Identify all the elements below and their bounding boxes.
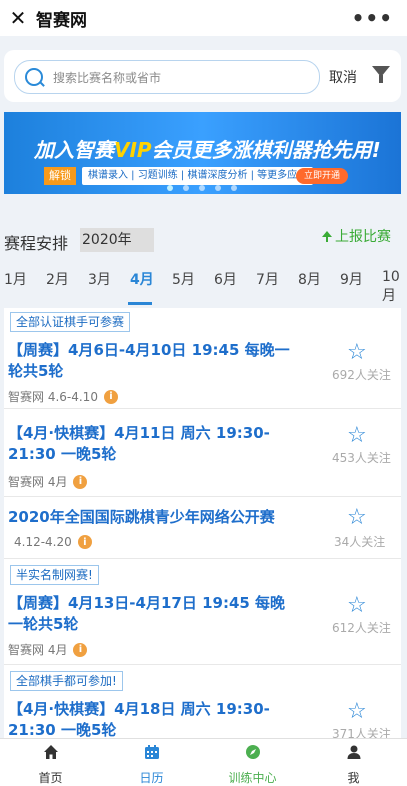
upload-icon (322, 231, 332, 242)
event-meta: 智赛网 4月 i (8, 641, 88, 658)
vip-banner[interactable]: 加入智赛VIP会员更多涨棋利器抢先用! 解锁 棋谱录入 | 习题训练 | 棋谱深… (4, 112, 401, 194)
star-icon[interactable]: ☆ (347, 423, 367, 448)
follower-count: 34人关注 (334, 535, 386, 549)
user-icon (347, 745, 360, 759)
tab-month[interactable]: 9月 (340, 269, 363, 289)
follower-count: 612人关注 (332, 621, 391, 635)
more-icon[interactable]: ••• (352, 6, 393, 30)
star-icon[interactable]: ☆ (347, 505, 367, 530)
eligibility-badge: 半实名制网赛! (10, 565, 99, 585)
list-item[interactable]: 全部认证棋手可参赛 【周赛】4月6日-4月10日 19:45 每晚一轮共5轮 智… (4, 308, 401, 408)
search-input[interactable]: 搜索比赛名称或省市 (14, 60, 320, 94)
event-title[interactable]: 【4月·快棋赛】4月11日 周六 19:30-21:30 一晚5轮 (8, 423, 298, 465)
info-icon[interactable]: i (73, 642, 88, 657)
tab-label: 我 (347, 771, 360, 785)
event-meta: 智赛网 4.6-4.10 i (8, 388, 118, 405)
tab-month[interactable]: 6月 (214, 269, 237, 289)
eligibility-badge: 全部棋手都可参加! (10, 671, 123, 691)
info-icon[interactable]: i (77, 535, 92, 549)
follower-count: 371人关注 (332, 727, 391, 738)
active-month-indicator (128, 302, 152, 305)
compass-icon (245, 745, 260, 759)
tab-month[interactable]: 10月 (382, 269, 407, 305)
tab-month-active[interactable]: 4月 (130, 269, 154, 289)
bottom-tab-bar: 首页 日历 训练中心 我 (0, 738, 407, 786)
event-title[interactable]: 【周赛】4月6日-4月10日 19:45 每晚一轮共5轮 (8, 340, 298, 382)
eligibility-badge: 全部认证棋手可参赛 (10, 312, 131, 332)
tab-month[interactable]: 8月 (298, 269, 321, 289)
follower-count: 692人关注 (332, 368, 391, 382)
search-placeholder: 搜索比赛名称或省市 (53, 71, 162, 85)
tab-month[interactable]: 7月 (256, 269, 279, 289)
banner-unlock-tag: 解锁 (44, 167, 76, 185)
tab-training-center[interactable]: 训练中心 (202, 739, 303, 786)
pagination-dot[interactable] (167, 185, 173, 191)
tab-month[interactable]: 2月 (46, 269, 69, 289)
filter-icon[interactable] (372, 66, 390, 83)
home-icon (43, 745, 58, 759)
tab-label: 日历 (139, 771, 164, 785)
info-icon[interactable]: i (73, 474, 88, 489)
banner-pagination (167, 185, 237, 191)
tab-calendar[interactable]: 日历 (101, 739, 202, 786)
pagination-dot[interactable] (231, 185, 237, 191)
open-vip-button[interactable]: 立即开通 (296, 168, 349, 184)
search-icon (25, 68, 43, 86)
event-title[interactable]: 【4月·快棋赛】4月18日 周六 19:30-21:30 一晚5轮 (8, 699, 298, 738)
calendar-icon (144, 745, 159, 759)
report-match-button[interactable]: 上报比赛 (322, 226, 391, 246)
pagination-dot[interactable] (215, 185, 221, 191)
tab-month[interactable]: 1月 (4, 269, 27, 289)
event-title[interactable]: 【周赛】4月13日-4月17日 19:45 每晚一轮共5轮 (8, 593, 298, 635)
banner-features: 棋谱录入 | 习题训练 | 棋谱深度分析 | 等更多应用 (82, 167, 314, 185)
tab-label: 首页 (38, 771, 63, 785)
cancel-button[interactable]: 取消 (329, 67, 357, 87)
info-icon[interactable]: i (103, 389, 118, 404)
search-bar: 搜索比赛名称或省市 取消 (4, 50, 401, 102)
event-meta: 智赛网 4月 i (8, 473, 88, 490)
tab-month[interactable]: 5月 (172, 269, 195, 289)
event-list: 全部认证棋手可参赛 【周赛】4月6日-4月10日 19:45 每晚一轮共5轮 智… (4, 308, 401, 738)
tab-month[interactable]: 3月 (88, 269, 111, 289)
banner-headline: 加入智赛VIP会员更多涨棋利器抢先用! (34, 138, 381, 162)
pagination-dot[interactable] (183, 185, 189, 191)
tab-label: 训练中心 (228, 771, 277, 785)
star-icon[interactable]: ☆ (347, 340, 367, 365)
app-header: ✕ 智赛网 ••• (0, 0, 407, 36)
schedule-title: 赛程安排 (4, 234, 69, 253)
list-item[interactable]: 全部棋手都可参加! 【4月·快棋赛】4月18日 周六 19:30-21:30 一… (4, 664, 401, 738)
month-tabs: 1月 2月 3月 4月 5月 6月 7月 8月 9月 10月 (0, 262, 407, 306)
close-icon[interactable]: ✕ (0, 0, 36, 36)
follower-count: 453人关注 (332, 451, 391, 465)
list-item[interactable]: 2020年全国国际跳棋青少年网络公开赛 4.12-4.20 i ☆ 34人关注 (4, 496, 401, 559)
list-item[interactable]: 半实名制网赛! 【周赛】4月13日-4月17日 19:45 每晚一轮共5轮 智赛… (4, 558, 401, 665)
event-title[interactable]: 2020年全国国际跳棋青少年网络公开赛 (8, 507, 308, 528)
pagination-dot[interactable] (199, 185, 205, 191)
star-icon[interactable]: ☆ (347, 699, 367, 724)
year-select[interactable]: 2020年 (80, 228, 154, 252)
app-title: 智赛网 (36, 10, 87, 31)
tab-home[interactable]: 首页 (0, 739, 101, 786)
star-icon[interactable]: ☆ (347, 593, 367, 618)
tab-me[interactable]: 我 (303, 739, 404, 786)
list-item[interactable]: 【4月·快棋赛】4月11日 周六 19:30-21:30 一晚5轮 智赛网 4月… (4, 408, 401, 497)
event-meta: 4.12-4.20 i (14, 535, 92, 549)
